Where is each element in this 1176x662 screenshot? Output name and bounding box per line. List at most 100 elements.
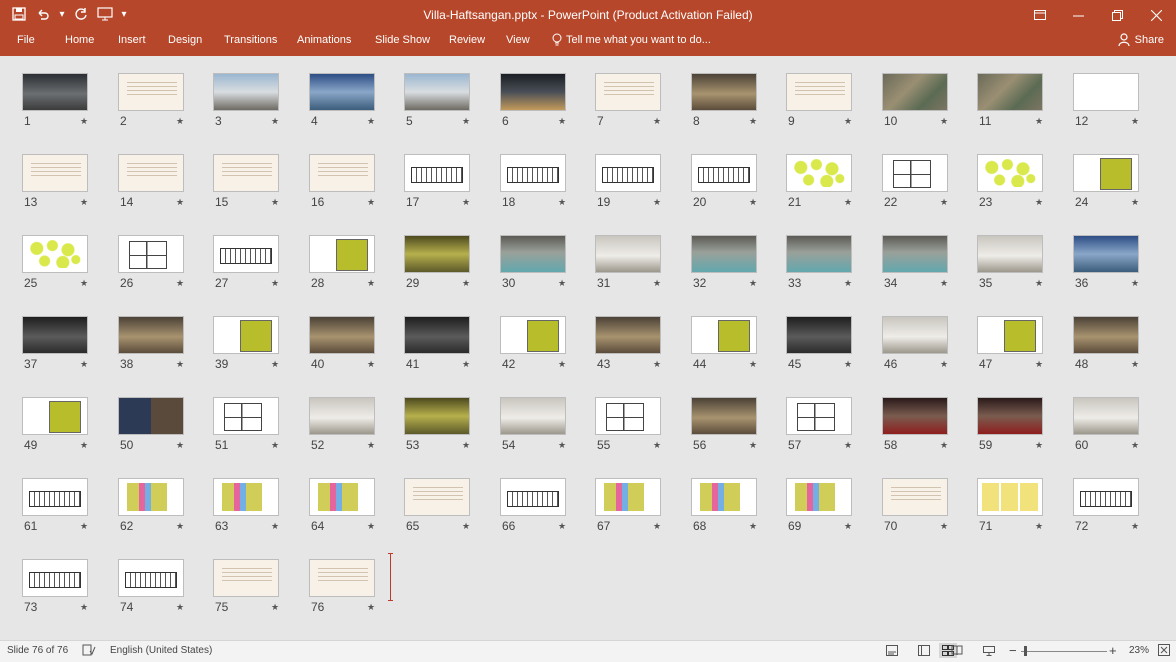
slide-preview[interactable] <box>1073 478 1139 516</box>
slide-preview[interactable] <box>691 235 757 273</box>
slide-preview[interactable] <box>786 73 852 111</box>
transition-star-icon[interactable]: ★ <box>462 278 470 289</box>
transition-star-icon[interactable]: ★ <box>80 278 88 289</box>
transition-star-icon[interactable]: ★ <box>271 359 279 370</box>
tell-me-box[interactable]: Tell me what you want to do... <box>552 33 711 46</box>
transition-star-icon[interactable]: ★ <box>462 440 470 451</box>
tab-design[interactable]: Design <box>168 34 202 46</box>
transition-star-icon[interactable]: ★ <box>176 440 184 451</box>
ribbon-display-icon[interactable] <box>1020 0 1059 30</box>
transition-star-icon[interactable]: ★ <box>653 359 661 370</box>
slide-thumbnail[interactable]: 27 ★ <box>213 235 281 290</box>
slide-thumbnail[interactable]: 12 ★ <box>1073 73 1141 128</box>
slide-thumbnail[interactable]: 2 ★ <box>118 73 186 128</box>
transition-star-icon[interactable]: ★ <box>1035 359 1043 370</box>
slide-preview[interactable] <box>691 478 757 516</box>
slide-thumbnail[interactable]: 68 ★ <box>691 478 759 533</box>
close-icon[interactable] <box>1137 0 1176 30</box>
slide-preview[interactable] <box>22 316 88 354</box>
slide-thumbnail[interactable]: 61 ★ <box>22 478 90 533</box>
zoom-in-button[interactable]: + <box>1109 643 1117 658</box>
minimize-icon[interactable] <box>1059 0 1098 30</box>
transition-star-icon[interactable]: ★ <box>558 359 566 370</box>
transition-star-icon[interactable]: ★ <box>176 278 184 289</box>
transition-star-icon[interactable]: ★ <box>653 521 661 532</box>
slide-preview[interactable] <box>22 478 88 516</box>
transition-star-icon[interactable]: ★ <box>271 521 279 532</box>
transition-star-icon[interactable]: ★ <box>558 521 566 532</box>
slide-thumbnail[interactable]: 29 ★ <box>404 235 472 290</box>
slide-preview[interactable] <box>977 316 1043 354</box>
slide-preview[interactable] <box>22 235 88 273</box>
slide-thumbnail[interactable]: 36 ★ <box>1073 235 1141 290</box>
slide-preview[interactable] <box>691 73 757 111</box>
slide-preview[interactable] <box>595 235 661 273</box>
transition-star-icon[interactable]: ★ <box>271 602 279 613</box>
slide-preview[interactable] <box>309 478 375 516</box>
transition-star-icon[interactable]: ★ <box>176 197 184 208</box>
slide-thumbnail[interactable]: 26 ★ <box>118 235 186 290</box>
transition-star-icon[interactable]: ★ <box>940 359 948 370</box>
transition-star-icon[interactable]: ★ <box>653 197 661 208</box>
reading-view-icon[interactable] <box>948 643 966 658</box>
slide-preview[interactable] <box>882 73 948 111</box>
slide-thumbnail[interactable]: 72 ★ <box>1073 478 1141 533</box>
slide-preview[interactable] <box>118 397 184 435</box>
transition-star-icon[interactable]: ★ <box>940 440 948 451</box>
slide-thumbnail[interactable]: 10 ★ <box>882 73 950 128</box>
slide-preview[interactable] <box>882 235 948 273</box>
slide-preview[interactable] <box>213 154 279 192</box>
slide-preview[interactable] <box>118 235 184 273</box>
slide-preview[interactable] <box>1073 154 1139 192</box>
slide-thumbnail[interactable]: 53 ★ <box>404 397 472 452</box>
transition-star-icon[interactable]: ★ <box>844 521 852 532</box>
slide-preview[interactable] <box>213 478 279 516</box>
transition-star-icon[interactable]: ★ <box>1035 521 1043 532</box>
slide-preview[interactable] <box>977 397 1043 435</box>
slide-preview[interactable] <box>404 154 470 192</box>
slide-thumbnail[interactable]: 59 ★ <box>977 397 1045 452</box>
slide-thumbnail[interactable]: 13 ★ <box>22 154 90 209</box>
slide-thumbnail[interactable]: 32 ★ <box>691 235 759 290</box>
slide-preview[interactable] <box>595 73 661 111</box>
slide-preview[interactable] <box>882 478 948 516</box>
slide-preview[interactable] <box>213 397 279 435</box>
undo-dropdown-icon[interactable]: ▾ <box>56 4 68 24</box>
tab-home[interactable]: Home <box>65 34 94 46</box>
slide-thumbnail[interactable]: 24 ★ <box>1073 154 1141 209</box>
slide-preview[interactable] <box>1073 397 1139 435</box>
transition-star-icon[interactable]: ★ <box>367 116 375 127</box>
transition-star-icon[interactable]: ★ <box>1131 197 1139 208</box>
transition-star-icon[interactable]: ★ <box>367 359 375 370</box>
slide-preview[interactable] <box>22 559 88 597</box>
slide-thumbnail[interactable]: 6 ★ <box>500 73 568 128</box>
slide-preview[interactable] <box>213 73 279 111</box>
notes-icon[interactable] <box>883 643 901 658</box>
slide-preview[interactable] <box>309 397 375 435</box>
slide-counter[interactable]: Slide 76 of 76 <box>7 645 68 656</box>
slide-preview[interactable] <box>691 397 757 435</box>
spellcheck-icon[interactable] <box>82 644 96 659</box>
transition-star-icon[interactable]: ★ <box>367 521 375 532</box>
slide-thumbnail[interactable]: 31 ★ <box>595 235 663 290</box>
slide-preview[interactable] <box>118 559 184 597</box>
slide-preview[interactable] <box>977 154 1043 192</box>
transition-star-icon[interactable]: ★ <box>367 602 375 613</box>
slide-preview[interactable] <box>213 316 279 354</box>
slide-preview[interactable] <box>595 397 661 435</box>
transition-star-icon[interactable]: ★ <box>844 359 852 370</box>
tab-file[interactable]: File <box>17 34 35 46</box>
slide-preview[interactable] <box>882 316 948 354</box>
transition-star-icon[interactable]: ★ <box>749 116 757 127</box>
transition-star-icon[interactable]: ★ <box>749 197 757 208</box>
slide-thumbnail[interactable]: 42 ★ <box>500 316 568 371</box>
slide-thumbnail[interactable]: 40 ★ <box>309 316 377 371</box>
transition-star-icon[interactable]: ★ <box>940 521 948 532</box>
transition-star-icon[interactable]: ★ <box>271 278 279 289</box>
slide-preview[interactable] <box>22 154 88 192</box>
slide-preview[interactable] <box>786 235 852 273</box>
slide-preview[interactable] <box>309 73 375 111</box>
slide-thumbnail[interactable]: 74 ★ <box>118 559 186 614</box>
transition-star-icon[interactable]: ★ <box>940 197 948 208</box>
slide-thumbnail[interactable]: 22 ★ <box>882 154 950 209</box>
